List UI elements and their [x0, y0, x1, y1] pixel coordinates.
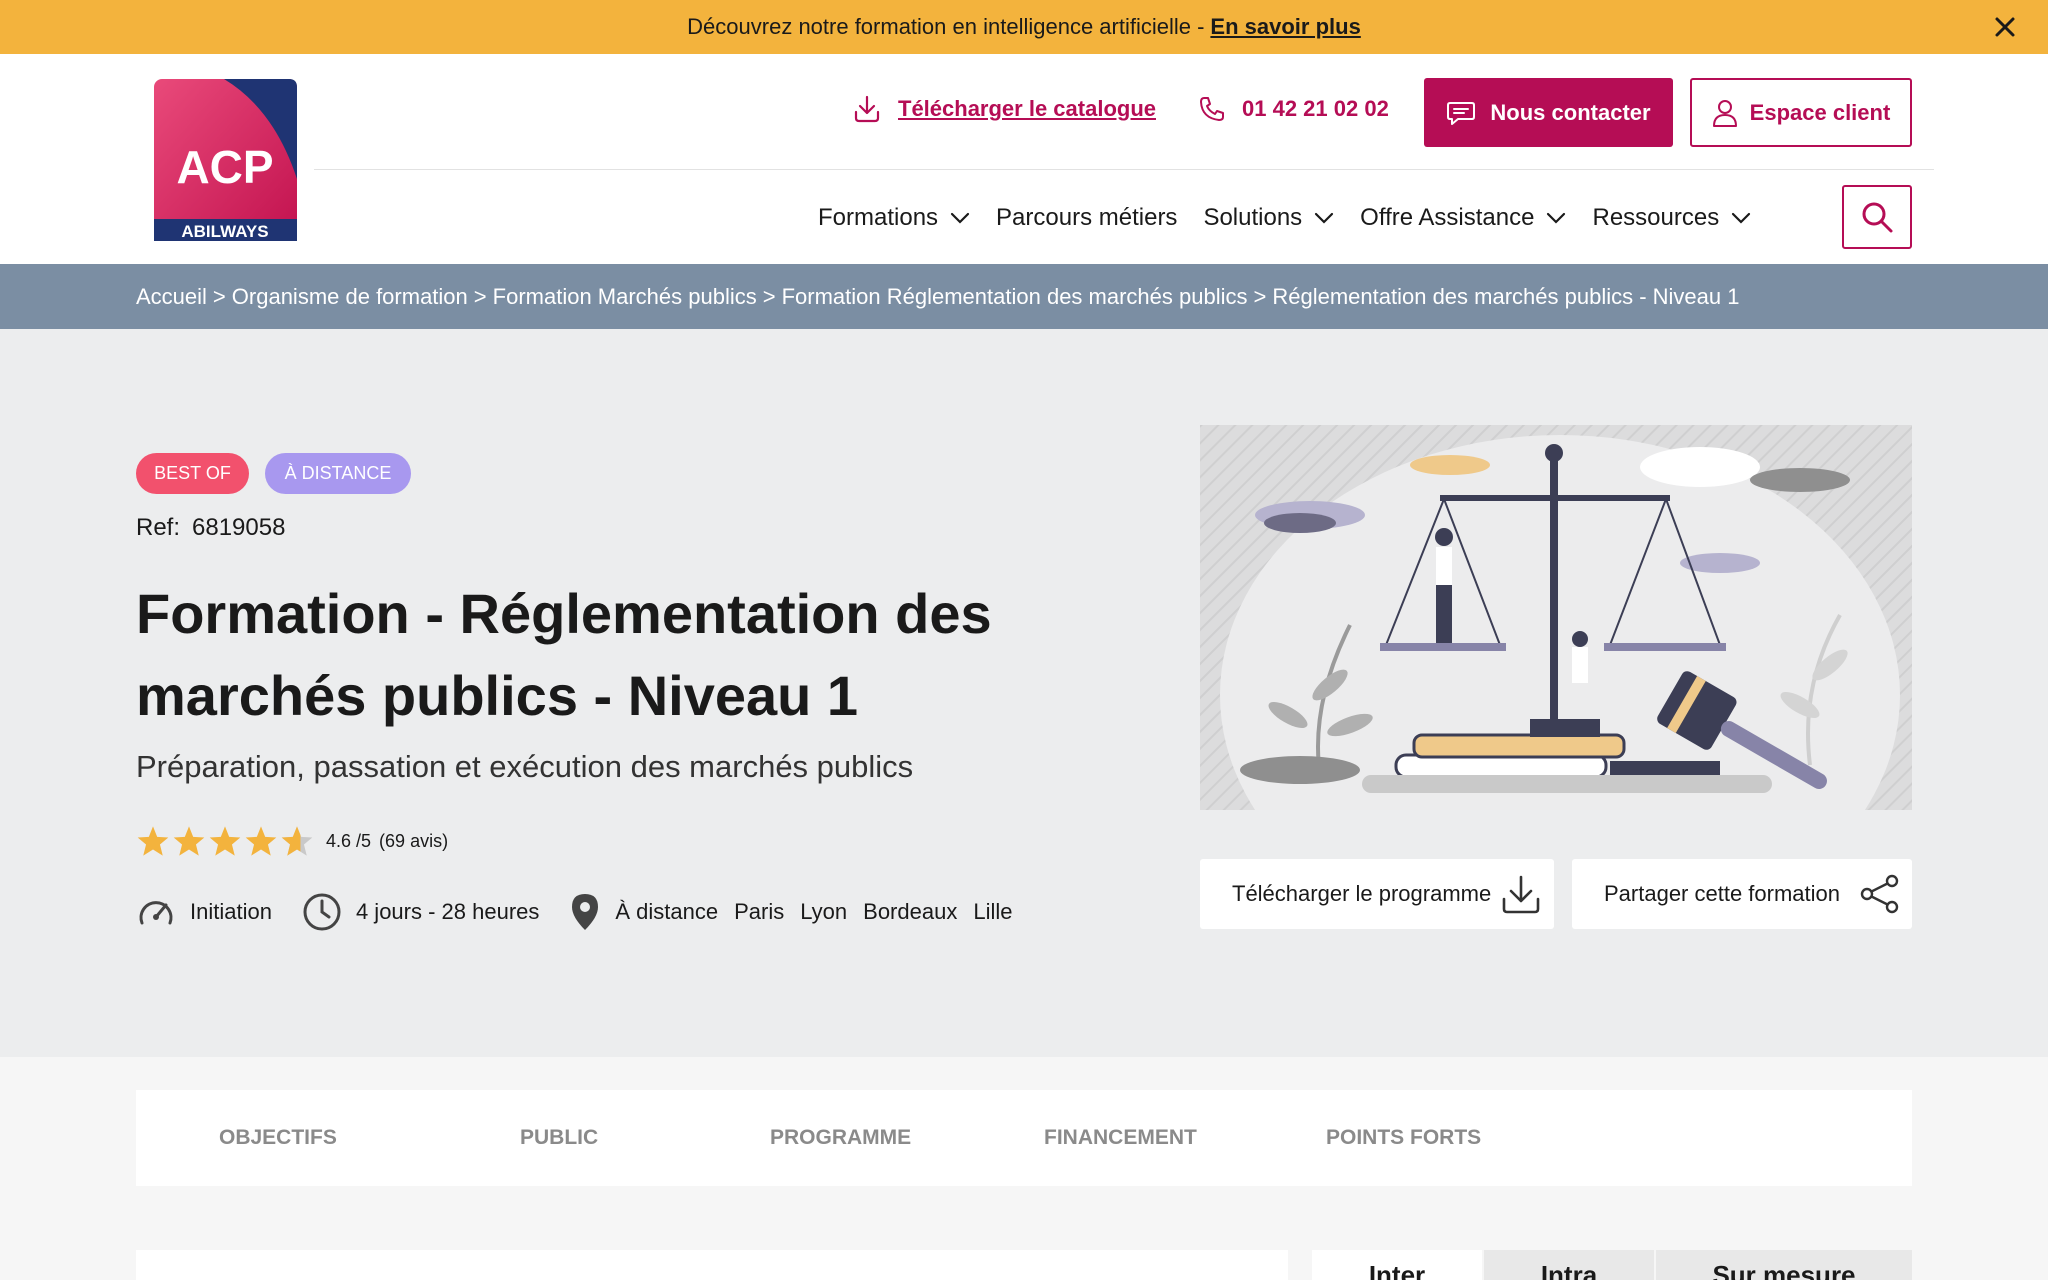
course-illustration [1200, 425, 1912, 810]
rating-value: 4.6 /5 [326, 830, 372, 851]
nav-item-formations[interactable]: Formations [818, 204, 970, 232]
contact-button-label: Nous contacter [1490, 99, 1651, 125]
tab-programme[interactable]: PROGRAMME [770, 1126, 911, 1150]
breadcrumb-separator: > [762, 283, 776, 309]
close-icon[interactable] [1990, 12, 2020, 42]
star-icon [173, 826, 205, 856]
chevron-down-icon [950, 212, 970, 224]
tab-intra[interactable]: Intra [1484, 1250, 1654, 1280]
site-header: ACP ABILWAYS Télécharger le catalogue 01… [0, 54, 2048, 264]
course-locations: À distance Paris Lyon Bordeaux Lille [569, 892, 1028, 932]
user-icon [1712, 99, 1737, 127]
tab-points-forts[interactable]: POINTS FORTS [1326, 1126, 1481, 1150]
badge-best-of: BEST OF [136, 453, 249, 494]
badge-distance: À DISTANCE [265, 453, 411, 494]
breadcrumb: Accueil > Organisme de formation > Forma… [0, 264, 2048, 329]
acp-logo[interactable]: ACP ABILWAYS [154, 79, 297, 241]
course-reference: Ref: 6819058 [136, 514, 285, 542]
location-item: Lille [973, 899, 1013, 924]
promo-text: Découvrez notre formation en intelligenc… [687, 14, 1205, 39]
contact-button[interactable]: Nous contacter [1424, 78, 1673, 147]
star-icon [245, 826, 277, 856]
course-rating: 4.6 /5 (69 avis) [136, 825, 448, 857]
course-duration: 4 jours - 28 heures [302, 892, 539, 932]
share-course-button[interactable]: Partager cette formation [1572, 859, 1912, 929]
tab-public[interactable]: PUBLIC [520, 1126, 598, 1150]
nav-label: Solutions [1203, 204, 1303, 231]
client-button-label: Espace client [1749, 99, 1891, 125]
phone-link[interactable]: 01 42 21 02 02 [1198, 94, 1389, 124]
nav-label: Offre Assistance [1360, 204, 1535, 231]
breadcrumb-separator: > [1253, 283, 1267, 309]
gauge-icon [139, 901, 173, 925]
nav-label: Formations [818, 204, 939, 231]
clock-icon [303, 893, 341, 931]
page-title: Formation - Réglementation des marchés p… [136, 582, 992, 727]
breadcrumb-item[interactable]: Organisme de formation [232, 284, 468, 310]
download-program-button[interactable]: Télécharger le programme [1200, 859, 1554, 929]
chevron-down-icon [1547, 212, 1566, 224]
tab-objectifs[interactable]: OBJECTIFS [219, 1126, 337, 1150]
promo-link[interactable]: En savoir plus [1210, 14, 1360, 40]
search-icon [1862, 202, 1893, 233]
duration-text: 4 jours - 28 heures [355, 899, 540, 924]
catalog-link-label: Télécharger le catalogue [898, 96, 1156, 121]
ref-value: 6819058 [192, 514, 286, 541]
download-icon [1502, 875, 1540, 914]
tab-sur-mesure[interactable]: Sur mesure [1656, 1250, 1912, 1280]
content-card [136, 1250, 1288, 1280]
rating-stars [136, 825, 316, 857]
location-item: Bordeaux [863, 899, 958, 924]
share-icon [1860, 874, 1899, 914]
location-pin-icon [572, 894, 599, 930]
client-area-button[interactable]: Espace client [1690, 78, 1912, 147]
level-text: Initiation [190, 899, 272, 924]
search-button[interactable] [1842, 185, 1912, 249]
download-icon [854, 95, 880, 123]
breadcrumb-separator: > [473, 283, 487, 309]
chevron-down-icon [1315, 212, 1334, 224]
tab-inter[interactable]: Inter [1312, 1250, 1482, 1280]
location-item: Lyon [800, 899, 848, 924]
tab-financement[interactable]: FINANCEMENT [1044, 1126, 1197, 1150]
logo-subtext: ABILWAYS [181, 222, 268, 241]
breadcrumb-item[interactable]: Formation Marchés publics [493, 284, 757, 310]
nav-label: Parcours métiers [996, 204, 1178, 231]
breadcrumb-item[interactable]: Formation Réglementation des marchés pub… [782, 284, 1248, 310]
logo-text: ACP [176, 141, 273, 193]
course-level: Initiation [136, 895, 272, 929]
nav-item-solutions[interactable]: Solutions [1203, 204, 1334, 232]
header-divider [314, 169, 1934, 170]
location-item: À distance [615, 899, 719, 924]
location-item: Paris [734, 899, 785, 924]
star-icon [137, 826, 169, 856]
main-nav: Formations Parcours métiers Solutions Of… [818, 198, 1777, 238]
phone-icon [1200, 97, 1224, 121]
breadcrumb-current: Réglementation des marchés publics - Niv… [1272, 283, 1740, 309]
nav-item-parcours[interactable]: Parcours métiers [996, 204, 1177, 232]
course-meta: Initiation 4 jours - 28 heures À distanc… [136, 892, 1058, 932]
rating-count: (69 avis) [379, 830, 449, 851]
course-hero: BEST OF À DISTANCE Ref: 6819058 Formation… [0, 329, 2048, 1057]
nav-label: Ressources [1592, 204, 1720, 231]
breadcrumb-separator: > [212, 283, 226, 309]
nav-item-ressources[interactable]: Ressources [1592, 204, 1751, 232]
promo-banner: Découvrez notre formation en intelligenc… [0, 0, 2048, 54]
download-catalog-link[interactable]: Télécharger le catalogue [852, 94, 1156, 124]
chevron-down-icon [1732, 212, 1751, 224]
session-type-tabs: Inter Intra Sur mesure [1312, 1250, 1912, 1280]
ref-label: Ref: [136, 514, 181, 541]
phone-number: 01 42 21 02 02 [1242, 96, 1389, 121]
course-tabs: OBJECTIFS PUBLIC PROGRAMME FINANCEMENT P… [136, 1090, 1912, 1186]
star-icon [209, 826, 241, 856]
download-program-label: Télécharger le programme [1232, 881, 1492, 906]
breadcrumb-item[interactable]: Accueil [136, 284, 207, 310]
nav-item-offre-assistance[interactable]: Offre Assistance [1360, 204, 1566, 232]
course-subtitle: Préparation, passation et exécution des … [136, 749, 914, 784]
chat-icon [1447, 101, 1476, 125]
share-label: Partager cette formation [1604, 881, 1841, 906]
star-half-icon [281, 826, 313, 856]
